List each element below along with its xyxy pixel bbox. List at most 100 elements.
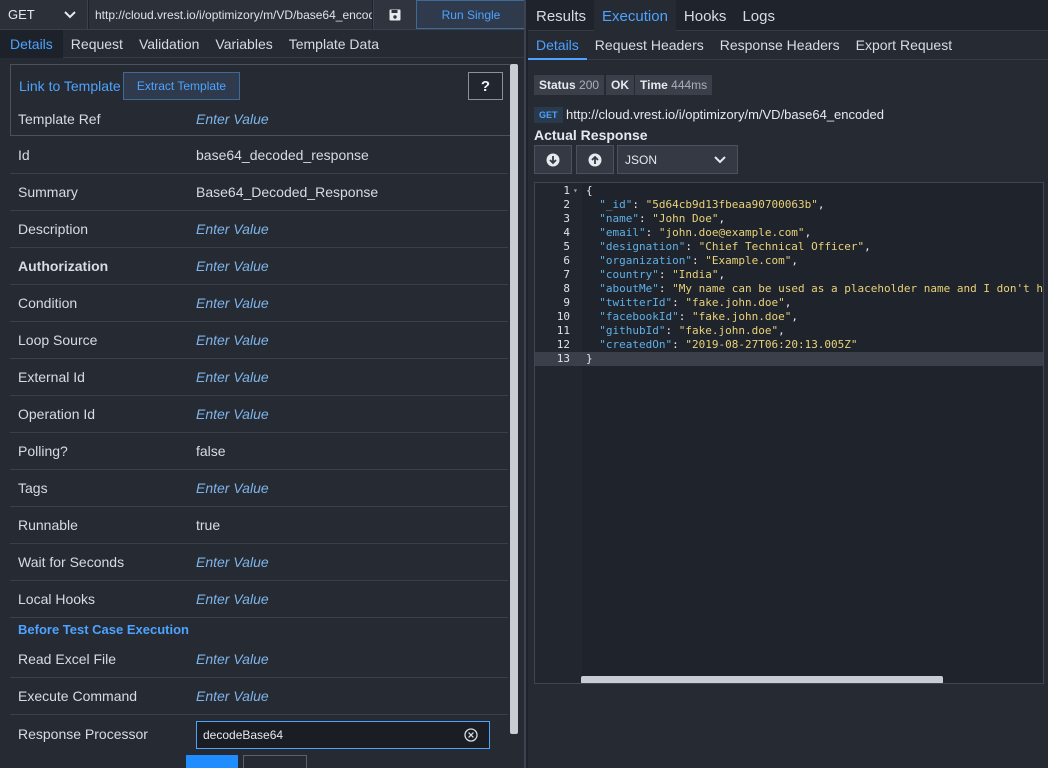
tab-execution[interactable]: Execution: [594, 0, 676, 31]
field-value[interactable]: Enter Value: [196, 480, 269, 496]
tab-logs[interactable]: Logs: [734, 0, 783, 31]
upload-button[interactable]: [576, 145, 614, 174]
field-value[interactable]: Enter Value: [196, 332, 269, 348]
status-text-badge: OK: [606, 75, 634, 95]
code-line: 10 "facebookId": "fake.john.doe",: [535, 310, 1043, 324]
field-value[interactable]: Enter Value: [196, 651, 269, 667]
subtab-export-request[interactable]: Export Request: [848, 32, 961, 60]
subtab-details[interactable]: Details: [528, 32, 587, 60]
field-label: Description: [18, 221, 89, 237]
line-number: 8: [563, 282, 570, 295]
field-value[interactable]: Enter Value: [196, 221, 269, 237]
save-action-button[interactable]: [186, 755, 238, 768]
tab-results[interactable]: Results: [528, 0, 594, 31]
response-code-editor[interactable]: 1 ▾{2 "_id": "5d64cb9d13fbeaa90700063b", 3…: [534, 182, 1044, 684]
field-value[interactable]: Enter Value: [196, 591, 269, 607]
field-label: Condition: [18, 295, 78, 311]
line-number: 5: [563, 240, 570, 253]
code-text: "organization": "Example.com",: [599, 254, 798, 267]
response-format-select[interactable]: JSON: [617, 145, 738, 174]
code-text: "name": "John Doe",: [599, 212, 726, 225]
field-row-execute-command: Execute Command Enter Value: [10, 678, 508, 715]
code-line: 4 "email": "john.doe@example.com",: [535, 226, 1043, 240]
code-line: 3 "name": "John Doe",: [535, 212, 1043, 226]
field-label: Operation Id: [18, 406, 96, 422]
field-row-local-hooks: Local Hooks Enter Value: [10, 581, 508, 618]
field-label: Id: [18, 147, 30, 163]
arrow-down-circle-icon: [546, 153, 560, 166]
field-label: External Id: [18, 369, 85, 385]
time-value: 444ms: [671, 78, 708, 92]
status-badge: Status 200: [534, 75, 605, 95]
subtab-response-headers[interactable]: Response Headers: [712, 32, 848, 60]
cancel-action-button[interactable]: [243, 755, 307, 768]
method-value: GET: [8, 7, 35, 22]
field-row-external-id: External Id Enter Value: [10, 359, 508, 396]
code-line: 5 "designation": "Chief Technical Office…: [535, 240, 1043, 254]
tab-details[interactable]: Details: [0, 30, 63, 58]
status-code: 200: [579, 78, 600, 92]
extract-template-button[interactable]: Extract Template: [123, 72, 240, 100]
code-text: "email": "john.doe@example.com",: [599, 226, 812, 239]
code-text: "aboutMe": "My name can be used as a pla…: [599, 282, 1044, 295]
code-line: 1 ▾ {: [535, 184, 1043, 198]
field-value[interactable]: Enter Value: [196, 406, 269, 422]
field-value[interactable]: Base64_Decoded_Response: [196, 184, 378, 200]
field-value[interactable]: Enter Value: [196, 295, 269, 311]
field-value[interactable]: false: [196, 443, 226, 459]
field-value[interactable]: Enter Value: [196, 554, 269, 570]
download-button[interactable]: [534, 145, 572, 174]
chevron-down-icon: [64, 11, 76, 19]
subtab-request-headers[interactable]: Request Headers: [587, 32, 712, 60]
field-value[interactable]: Enter Value: [196, 369, 269, 385]
tab-variables[interactable]: Variables: [207, 30, 280, 58]
field-row-summary: Summary Base64_Decoded_Response: [10, 174, 508, 211]
time-badge: Time 444ms: [635, 75, 713, 95]
field-row-operation-id: Operation Id Enter Value: [10, 396, 508, 433]
before-execution-heading: Before Test Case Execution: [18, 622, 189, 637]
url-input[interactable]: [89, 0, 372, 29]
field-value[interactable]: base64_decoded_response: [196, 147, 369, 163]
code-text: "country": "India",: [599, 268, 726, 281]
field-label: Execute Command: [18, 688, 138, 704]
tab-hooks[interactable]: Hooks: [676, 0, 735, 31]
details-scrollbar[interactable]: [510, 64, 518, 734]
run-single-button[interactable]: Run Single: [416, 0, 524, 29]
save-button[interactable]: [373, 0, 416, 29]
tab-template-data[interactable]: Template Data: [281, 30, 387, 58]
code-text: "createdOn": "2019-08-27T06:20:13.005Z": [599, 338, 858, 351]
code-line: 7 "country": "India",: [535, 268, 1043, 282]
field-value[interactable]: Enter Value: [196, 258, 269, 274]
clear-circle-icon[interactable]: [464, 728, 478, 742]
field-value[interactable]: true: [196, 517, 220, 533]
field-row-runnable: Runnable true: [10, 507, 508, 544]
tab-validation[interactable]: Validation: [131, 30, 207, 58]
link-to-template-link[interactable]: Link to Template: [19, 78, 121, 94]
template-ref-value[interactable]: Enter Value: [196, 111, 269, 127]
request-method-tag: GET: [534, 107, 563, 123]
code-text: "facebookId": "fake.john.doe",: [599, 310, 798, 323]
execution-subtabs: Details Request Headers Response Headers…: [528, 32, 1048, 60]
line-number: 3: [563, 212, 570, 225]
field-row-condition: Condition Enter Value: [10, 285, 508, 322]
field-row-id: Id base64_decoded_response: [10, 137, 508, 174]
tab-request[interactable]: Request: [63, 30, 131, 58]
field-value[interactable]: Enter Value: [196, 688, 269, 704]
response-processor-input[interactable]: [196, 721, 490, 749]
method-select[interactable]: GET: [0, 0, 88, 29]
line-number: 13: [556, 352, 570, 365]
field-row-wait-for-seconds: Wait for Seconds Enter Value: [10, 544, 508, 581]
chevron-down-icon: [714, 156, 726, 164]
template-box: Link to Template Extract Template ? Temp…: [10, 64, 510, 136]
field-label: Local Hooks: [18, 591, 96, 607]
fold-arrow-icon[interactable]: ▾: [573, 184, 578, 198]
line-number: 1: [563, 184, 570, 197]
help-button[interactable]: ?: [468, 72, 503, 100]
result-tabs: Results Execution Hooks Logs: [528, 0, 1048, 31]
line-number: 9: [563, 296, 570, 309]
floppy-disk-icon: [389, 9, 401, 20]
editor-horizontal-scrollbar[interactable]: [581, 676, 943, 683]
line-number: 12: [556, 338, 570, 351]
field-row-authorization: Authorization Enter Value: [10, 248, 508, 285]
field-row-polling: Polling? false: [10, 433, 508, 470]
